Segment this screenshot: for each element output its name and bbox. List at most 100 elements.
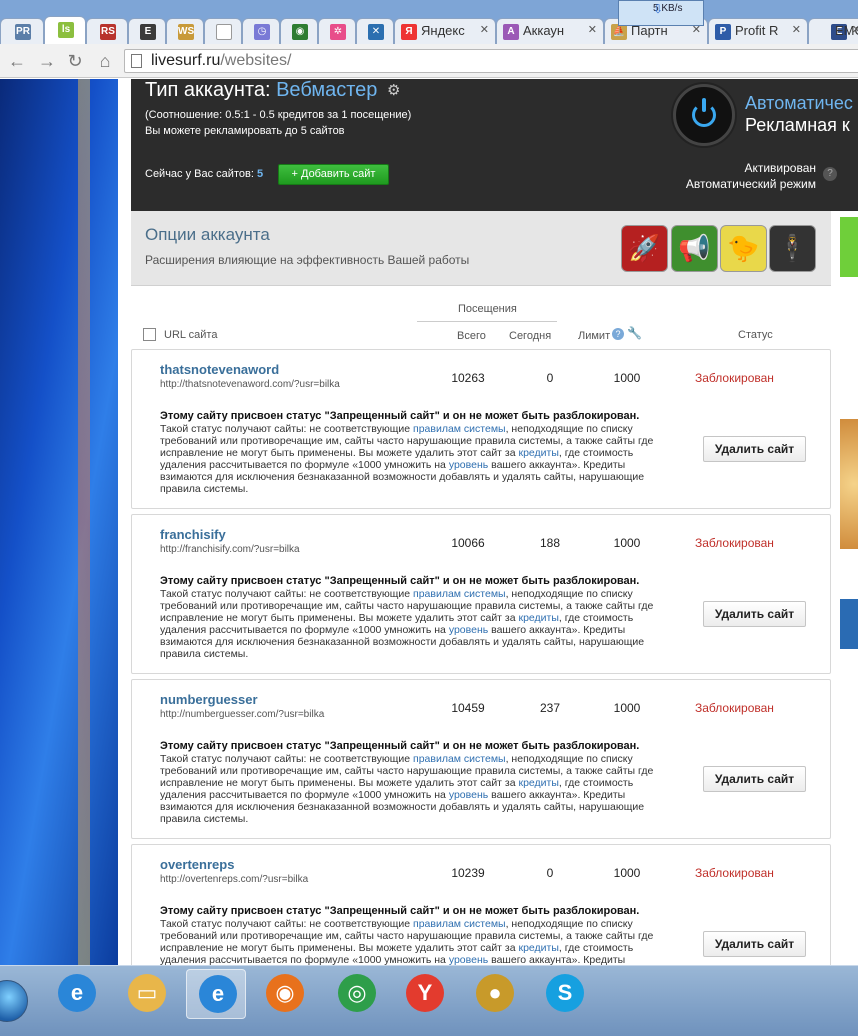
back-button[interactable]: ← bbox=[6, 50, 28, 72]
browser-tab[interactable]: ls bbox=[44, 16, 86, 44]
browser-tab[interactable] bbox=[204, 18, 242, 44]
ie-active-taskbar-button[interactable]: e bbox=[186, 969, 246, 1019]
col-status-header: Статус bbox=[738, 329, 773, 341]
page-icon bbox=[131, 54, 142, 68]
credits-link[interactable]: кредиты bbox=[518, 612, 558, 624]
ie-taskbar-button[interactable]: e bbox=[46, 969, 106, 1019]
visits-today: 0 bbox=[546, 371, 554, 385]
auto-campaign-subtitle: Рекламная к bbox=[745, 115, 850, 135]
browser-tab[interactable]: ✕ bbox=[356, 18, 394, 44]
browser-tab[interactable]: EEMC✕ bbox=[808, 18, 858, 44]
browser-tab[interactable]: A Аккаун ✕ bbox=[496, 18, 604, 44]
liveseo-icon: ls bbox=[58, 22, 74, 38]
credits-link[interactable]: кредиты bbox=[518, 777, 558, 789]
explorer-taskbar-button[interactable]: ▭ bbox=[116, 969, 176, 1019]
network-speed-meter: 5 KB/s ⇩ bbox=[618, 0, 704, 26]
level-link[interactable]: уровень bbox=[449, 459, 488, 471]
rules-link[interactable]: правилам системы bbox=[413, 588, 506, 600]
browser-tab[interactable]: PR bbox=[0, 18, 44, 44]
site-name-link[interactable]: thatsnotevenaword bbox=[160, 362, 279, 377]
browser-tab[interactable]: Я Яндекс ✕ bbox=[394, 18, 496, 44]
firefox-taskbar-button[interactable]: ◉ bbox=[254, 969, 314, 1019]
browser-tab[interactable]: RS bbox=[86, 18, 128, 44]
site-card: thatsnotevenaword http://thatsnotevenawor… bbox=[131, 349, 831, 509]
page-viewport: Тип аккаунта: Вебмастер ⚙ (Соотношение: … bbox=[0, 79, 858, 965]
banned-description: Такой статус получают сайты: не соответс… bbox=[160, 753, 654, 825]
visits-total: 10239 bbox=[451, 866, 485, 880]
firefox-taskbar-icon: ◉ bbox=[266, 974, 304, 1012]
browser-tab[interactable]: ◷ bbox=[242, 18, 280, 44]
side-banner-food bbox=[840, 419, 858, 549]
option-rocket-button[interactable]: 🚀 bbox=[621, 225, 668, 272]
account-header: Тип аккаунта: Вебмастер ⚙ (Соотношение: … bbox=[131, 79, 858, 211]
wrench-icon[interactable]: 🔧 bbox=[627, 326, 642, 340]
browser-tab[interactable]: P Profit R ✕ bbox=[708, 18, 808, 44]
skype-taskbar-button[interactable]: S bbox=[534, 969, 594, 1019]
profit-icon: P bbox=[715, 24, 731, 40]
rules-link[interactable]: правилам системы bbox=[413, 918, 506, 930]
visits-limit: 1000 bbox=[613, 371, 641, 385]
close-tab-icon[interactable]: ✕ bbox=[852, 23, 858, 36]
home-button[interactable]: ⌂ bbox=[94, 50, 116, 72]
browser-tab[interactable]: ◉ bbox=[280, 18, 318, 44]
limit-help-icon[interactable]: ? bbox=[612, 328, 624, 340]
visits-today: 237 bbox=[539, 701, 561, 715]
level-link[interactable]: уровень bbox=[449, 624, 488, 636]
banned-warning: Этому сайту присвоен статус "Запрещенный… bbox=[160, 575, 640, 587]
forward-button[interactable]: → bbox=[36, 50, 58, 72]
address-bar[interactable]: livesurf.ru/websites/ bbox=[124, 49, 858, 73]
browser-tab[interactable]: ✲ bbox=[318, 18, 356, 44]
level-link[interactable]: уровень bbox=[449, 954, 488, 965]
visits-today: 188 bbox=[539, 536, 561, 550]
delete-site-button[interactable]: Удалить сайт bbox=[703, 601, 806, 627]
add-site-button[interactable]: + Добавить сайт bbox=[278, 164, 389, 185]
e-icon: E bbox=[140, 24, 156, 40]
banned-warning: Этому сайту присвоен статус "Запрещенный… bbox=[160, 410, 640, 422]
agent-icon: 🕴 bbox=[776, 233, 809, 263]
power-toggle-button[interactable] bbox=[673, 84, 735, 146]
activated-status: Активирован bbox=[744, 161, 816, 175]
credits-link[interactable]: кредиты bbox=[518, 447, 558, 459]
desktop-wallpaper-left bbox=[0, 79, 118, 965]
status-badge: Заблокирован bbox=[695, 701, 774, 715]
delete-site-button[interactable]: Удалить сайт bbox=[703, 436, 806, 462]
browser-tab[interactable]: E bbox=[128, 18, 166, 44]
start-button[interactable] bbox=[0, 974, 38, 1024]
site-name-link[interactable]: franchisify bbox=[160, 527, 226, 542]
credits-link[interactable]: кредиты bbox=[518, 942, 558, 954]
option-megaphone-button[interactable]: 📢 bbox=[671, 225, 718, 272]
select-all-checkbox[interactable] bbox=[143, 328, 156, 341]
close-tab-icon[interactable]: ✕ bbox=[480, 23, 489, 36]
credit-ratio: (Соотношение: 0.5:1 - 0.5 кредитов за 1 … bbox=[145, 109, 412, 121]
site-name-link[interactable]: overtenreps bbox=[160, 857, 234, 872]
option-agent-button[interactable]: 🕴 bbox=[769, 225, 816, 272]
rules-link[interactable]: правилам системы bbox=[413, 753, 506, 765]
option-chick-button[interactable]: 🐤 bbox=[720, 225, 767, 272]
col-limit-header: Лимит bbox=[578, 330, 611, 342]
site-name-link[interactable]: numberguesser bbox=[160, 692, 258, 707]
banned-description: Такой статус получают сайты: не соответс… bbox=[160, 423, 654, 495]
pr-cy-icon: PR bbox=[15, 24, 31, 40]
help-icon[interactable]: ? bbox=[823, 167, 837, 181]
account-type-title: Тип аккаунта: Вебмастер bbox=[145, 79, 378, 101]
account-type-link[interactable]: Вебмастер bbox=[276, 79, 377, 101]
delete-site-button[interactable]: Удалить сайт bbox=[703, 766, 806, 792]
site-url: http://overtenreps.com/?usr=bilka bbox=[160, 874, 309, 885]
close-tab-icon[interactable]: ✕ bbox=[588, 23, 597, 36]
level-link[interactable]: уровень bbox=[449, 789, 488, 801]
status-badge: Заблокирован bbox=[695, 866, 774, 880]
chrome-taskbar-button[interactable]: ◎ bbox=[326, 969, 386, 1019]
rules-link[interactable]: правилам системы bbox=[413, 423, 506, 435]
yandex-browser-taskbar-icon: Y bbox=[406, 974, 444, 1012]
site-url: http://thatsnotevenaword.com/?usr=bilka bbox=[160, 379, 340, 390]
reload-button[interactable]: ↻ bbox=[64, 50, 86, 72]
coin-taskbar-button[interactable]: ● bbox=[464, 969, 524, 1019]
site-card: numberguesser http://numberguesser.com/?u… bbox=[131, 679, 831, 839]
visits-divider bbox=[417, 321, 557, 322]
browser-tab[interactable]: WS bbox=[166, 18, 204, 44]
close-tab-icon[interactable]: ✕ bbox=[792, 23, 801, 36]
yandex-browser-taskbar-button[interactable]: Y bbox=[394, 969, 454, 1019]
delete-site-button[interactable]: Удалить сайт bbox=[703, 931, 806, 957]
gear-icon[interactable]: ⚙ bbox=[387, 81, 400, 99]
chick-icon: 🐤 bbox=[727, 233, 760, 263]
